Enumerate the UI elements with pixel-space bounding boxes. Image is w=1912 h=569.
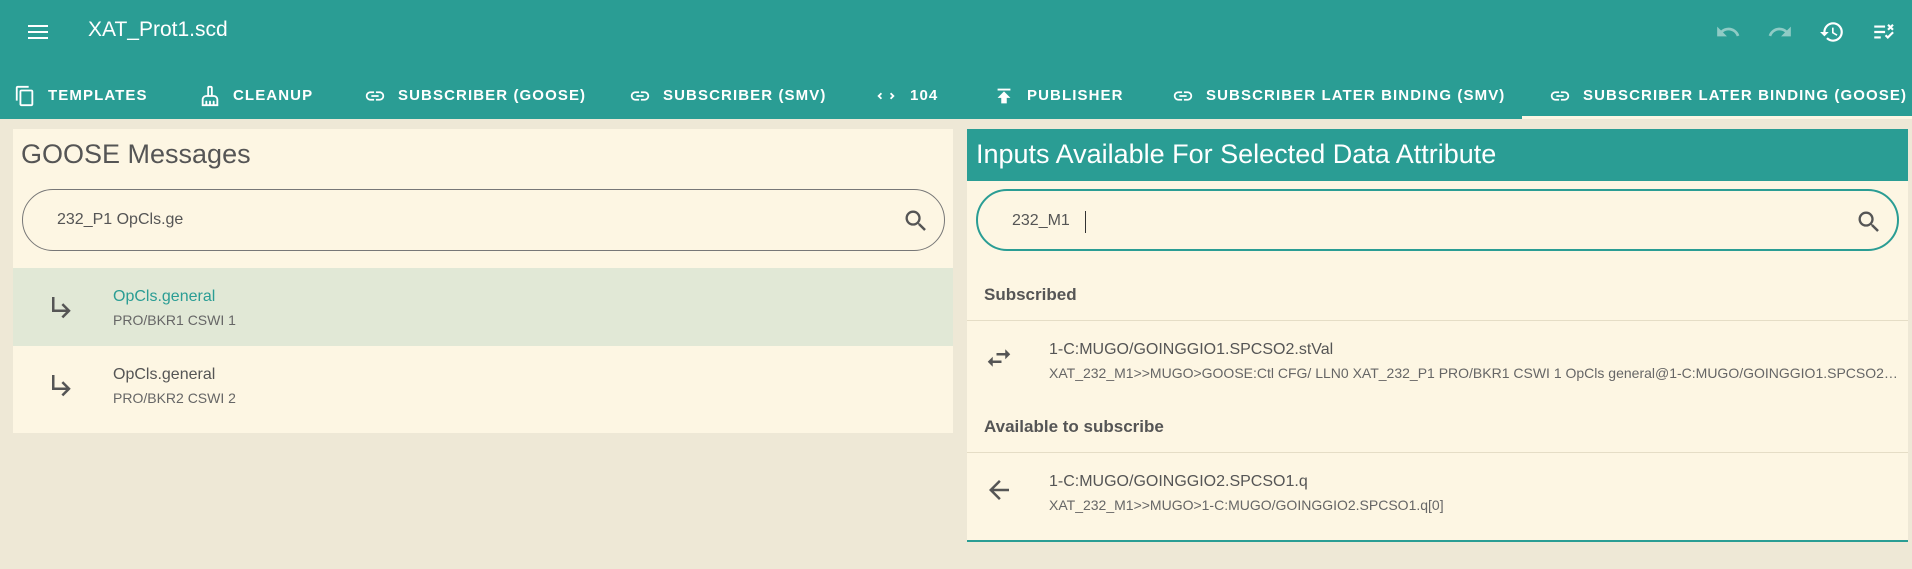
goose-search-field[interactable]: 232_P1 OpCls.ge (22, 189, 945, 251)
item-title: OpCls.general (113, 288, 216, 305)
app-title: XAT_Prot1.scd (88, 18, 228, 41)
tab-104[interactable]: 104 (874, 72, 938, 119)
inputs-search-field[interactable] (976, 189, 1899, 251)
subdirectory-arrow-icon (52, 297, 71, 319)
subdirectory-arrow-icon (52, 375, 71, 397)
subscribed-heading: Subscribed (984, 285, 1077, 304)
tab-cleanup[interactable]: CLEANUP (199, 72, 313, 119)
top-bar: XAT_Prot1.scd (0, 0, 1912, 64)
panel-title: Inputs Available For Selected Data Attri… (967, 129, 1908, 181)
item-subtitle: XAT_232_M1>>MUGO>GOOSE:Ctl CFG/ LLN0 XAT… (1049, 365, 1899, 381)
tab-bar: TEMPLATES CLEANUP SUBSCRIBER (GOOSE) SUB… (0, 72, 1912, 119)
publish-icon (997, 88, 1011, 103)
tab-templates[interactable]: TEMPLATES (14, 72, 148, 119)
broom-icon (201, 85, 219, 106)
tab-label: CLEANUP (233, 87, 314, 104)
tab-subscriber-later-binding-smv[interactable]: SUBSCRIBER LATER BINDING (SMV) (1172, 72, 1505, 119)
tab-subscriber-goose[interactable]: SUBSCRIBER (GOOSE) (364, 72, 586, 119)
item-subtitle: XAT_232_M1>>MUGO>1-C:MUGO/GOINGGIO2.SPCS… (1049, 497, 1444, 513)
list-item[interactable]: OpCls.general PRO/BKR1 CSWI 1 (13, 268, 953, 346)
tab-label: SUBSCRIBER LATER BINDING (SMV) (1206, 87, 1506, 104)
subscribed-item[interactable]: 1-C:MUGO/GOINGGIO1.SPCSO2.stVal XAT_232_… (967, 321, 1908, 399)
search-icon[interactable] (1855, 208, 1883, 236)
link-icon (365, 90, 385, 101)
tab-publisher[interactable]: PUBLISHER (993, 72, 1124, 119)
checklist-icon[interactable] (1868, 14, 1900, 50)
list-item[interactable]: OpCls.general PRO/BKR2 CSWI 2 (13, 346, 953, 424)
item-title: OpCls.general (113, 366, 216, 383)
inputs-panel: Inputs Available For Selected Data Attri… (967, 129, 1908, 542)
top-actions (1712, 14, 1900, 50)
item-subtitle: PRO/BKR2 CSWI 2 (113, 390, 236, 406)
code-icon (877, 92, 895, 99)
tab-label: TEMPLATES (48, 87, 148, 104)
search-input[interactable] (1012, 209, 1832, 233)
search-icon[interactable] (902, 207, 930, 235)
link-icon (1550, 90, 1570, 101)
history-icon[interactable] (1816, 14, 1848, 50)
redo-icon[interactable] (1764, 14, 1796, 50)
tab-label: SUBSCRIBER (SMV) (663, 87, 827, 104)
available-item[interactable]: 1-C:MUGO/GOINGGIO2.SPCSO1.q XAT_232_M1>>… (967, 453, 1908, 531)
active-tab-indicator (1522, 116, 1912, 119)
search-value: 232_P1 OpCls.ge (57, 211, 184, 228)
panel-title: GOOSE Messages (21, 139, 251, 169)
goose-messages-panel: GOOSE Messages 232_P1 OpCls.ge OpCls.gen… (13, 129, 953, 433)
copy-icon (15, 85, 34, 106)
item-title: 1-C:MUGO/GOINGGIO1.SPCSO2.stVal (1049, 341, 1334, 358)
text-caret (1085, 211, 1086, 233)
tab-subscriber-smv[interactable]: SUBSCRIBER (SMV) (629, 72, 826, 119)
tab-label: SUBSCRIBER LATER BINDING (GOOSE) (1583, 87, 1908, 104)
app-bar: XAT_Prot1.scd TEMPLATES CLEANUP SUBSCRIB… (0, 0, 1912, 119)
tab-label: SUBSCRIBER (GOOSE) (398, 87, 587, 104)
undo-icon[interactable] (1712, 14, 1744, 50)
tab-label: 104 (910, 87, 939, 104)
swap-horiz-icon (987, 349, 1011, 367)
menu-icon[interactable] (22, 16, 54, 48)
item-title: 1-C:MUGO/GOINGGIO2.SPCSO1.q (1049, 473, 1308, 490)
item-subtitle: PRO/BKR1 CSWI 1 (113, 312, 236, 328)
available-heading: Available to subscribe (984, 417, 1164, 436)
link-icon (1173, 90, 1193, 101)
arrow-back-icon (989, 480, 1009, 500)
link-icon (630, 90, 650, 101)
tab-subscriber-later-binding-goose[interactable]: SUBSCRIBER LATER BINDING (GOOSE) (1549, 72, 1907, 119)
tab-label: PUBLISHER (1027, 87, 1124, 104)
